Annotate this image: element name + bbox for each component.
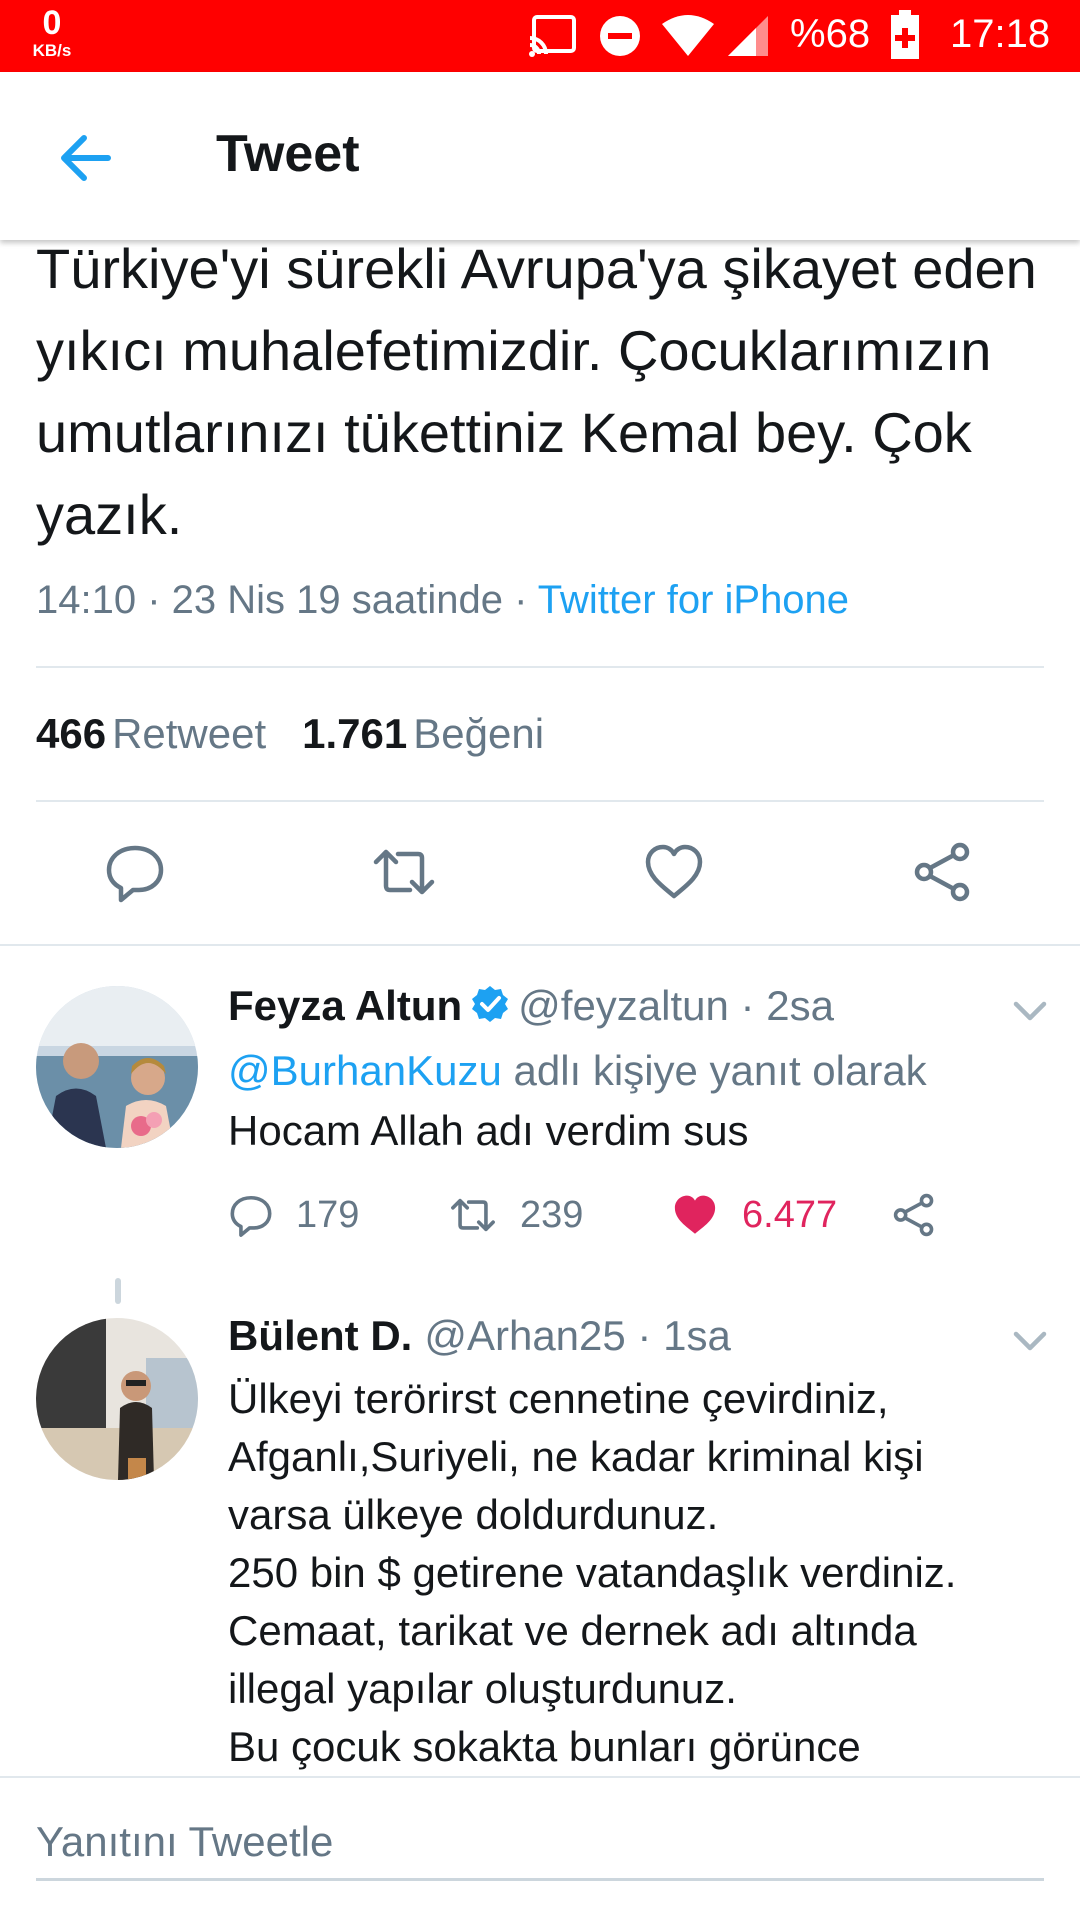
- reply-text: Hocam Allah adı verdim sus: [228, 1107, 749, 1154]
- chevron-down-icon[interactable]: [1010, 1326, 1050, 1354]
- tweet-stats: 466 Retweet 1.761 Beğeni: [36, 710, 544, 758]
- reply-action[interactable]: 179: [228, 1192, 359, 1238]
- tweet-meta: 14:10 · 23 Nis 19 saatinde · Twitter for…: [36, 578, 849, 623]
- reply-to-text: adlı kişiye yanıt olarak: [501, 1047, 927, 1094]
- like-count: 6.477: [742, 1193, 838, 1236]
- reply-text-line: Cemaat, tarikat ve dernek adı altında: [228, 1607, 917, 1654]
- tweet-text: Türkiye'yi sürekli Avrupa'ya şikayet ede…: [36, 237, 1037, 546]
- wifi-icon: [662, 15, 714, 56]
- reply-header: Bülent D. @Arhan25 · 1sa: [228, 1312, 731, 1360]
- reply-text-line: varsa ülkeye doldurdunuz.: [228, 1491, 719, 1538]
- heart-icon[interactable]: [642, 840, 706, 904]
- top-app-bar: Tweet: [0, 72, 1080, 240]
- retweet-label: Retweet: [112, 710, 267, 757]
- section-separator: [0, 944, 1080, 946]
- battery-charging-icon: [891, 10, 919, 59]
- network-speed: 0 KB/s: [22, 6, 82, 59]
- signal-icon: [728, 16, 768, 56]
- reply-author-name[interactable]: Bülent D.: [228, 1312, 412, 1359]
- status-bar: 0 KB/s %68 17:18: [0, 0, 1080, 72]
- avatar[interactable]: [36, 1318, 198, 1480]
- tweet-source-link[interactable]: Twitter for iPhone: [538, 578, 849, 622]
- reply-author-handle[interactable]: @feyzaltun: [518, 982, 729, 1029]
- retweet-stat[interactable]: 466 Retweet: [36, 710, 266, 757]
- tweet-timestamp: 14:10 · 23 Nis 19 saatinde ·: [36, 578, 538, 622]
- reply-compose-bar: Yanıtını Tweetle: [0, 1776, 1080, 1922]
- back-arrow-icon[interactable]: [56, 128, 116, 188]
- verified-badge-icon: [472, 986, 509, 1022]
- page-title: Tweet: [216, 125, 360, 183]
- retweet-count: 466: [36, 710, 107, 757]
- reply-count: 179: [296, 1193, 360, 1236]
- reply-input[interactable]: Yanıtını Tweetle: [36, 1818, 1044, 1881]
- reply-header: Feyza Altun @feyzaltun · 2sa: [228, 982, 834, 1030]
- retweet-action[interactable]: 239: [448, 1192, 583, 1238]
- avatar-photo: [36, 986, 198, 1148]
- reply-text: Ülkeyi terörirst cennetine çevirdiniz, A…: [228, 1370, 1048, 1776]
- reply-to-mention[interactable]: @BurhanKuzu: [228, 1047, 502, 1094]
- reply-author-handle[interactable]: @Arhan25: [424, 1312, 625, 1359]
- reply-text-line: 250 bin $ getirene vatandaşlık verdiniz.: [228, 1549, 957, 1596]
- reply-text-line: Afganlı,Suriyeli, ne kadar kriminal kişi: [228, 1433, 924, 1480]
- reply-time: · 2sa: [728, 982, 834, 1029]
- like-count: 1.761: [302, 710, 408, 757]
- reply-to-line: @BurhanKuzu adlı kişiye yanıt olarak: [228, 1042, 1048, 1100]
- divider: [36, 666, 1044, 668]
- thread-connector: [115, 1278, 121, 1304]
- avatar-photo: [36, 1318, 198, 1480]
- retweet-count: 239: [520, 1193, 584, 1236]
- cast-icon: [529, 15, 576, 57]
- network-speed-value: 0: [42, 4, 62, 42]
- divider: [36, 800, 1044, 802]
- avatar[interactable]: [36, 986, 198, 1148]
- retweet-icon[interactable]: [372, 840, 436, 904]
- reply-author-name[interactable]: Feyza Altun: [228, 982, 462, 1029]
- chevron-down-icon[interactable]: [1010, 996, 1050, 1024]
- reply-actions: 179 239 6.477: [228, 1192, 988, 1252]
- like-action[interactable]: 6.477: [670, 1192, 837, 1238]
- share-action[interactable]: [892, 1192, 960, 1238]
- retweet-icon: [451, 1198, 495, 1232]
- like-label: Beğeni: [413, 710, 545, 757]
- share-icon[interactable]: [912, 840, 976, 904]
- heart-filled-icon: [674, 1195, 716, 1234]
- reply-text-line: illegal yapılar oluşturdunuz.: [228, 1665, 737, 1712]
- reply-text-line: Ülkeyi terörirst cennetine çevirdiniz,: [228, 1375, 889, 1422]
- share-icon: [893, 1193, 934, 1237]
- reply-icon[interactable]: [103, 840, 167, 904]
- battery-percent: %68: [790, 12, 871, 56]
- reply-time: · 1sa: [625, 1312, 731, 1359]
- clock: 17:18: [950, 12, 1051, 56]
- network-speed-unit: KB/s: [32, 41, 72, 60]
- reply-text-line: Bu çocuk sokakta bunları görünce: [228, 1723, 861, 1770]
- like-stat[interactable]: 1.761 Beğeni: [302, 710, 544, 757]
- do-not-disturb-icon: [600, 16, 640, 56]
- reply-icon: [230, 1195, 272, 1237]
